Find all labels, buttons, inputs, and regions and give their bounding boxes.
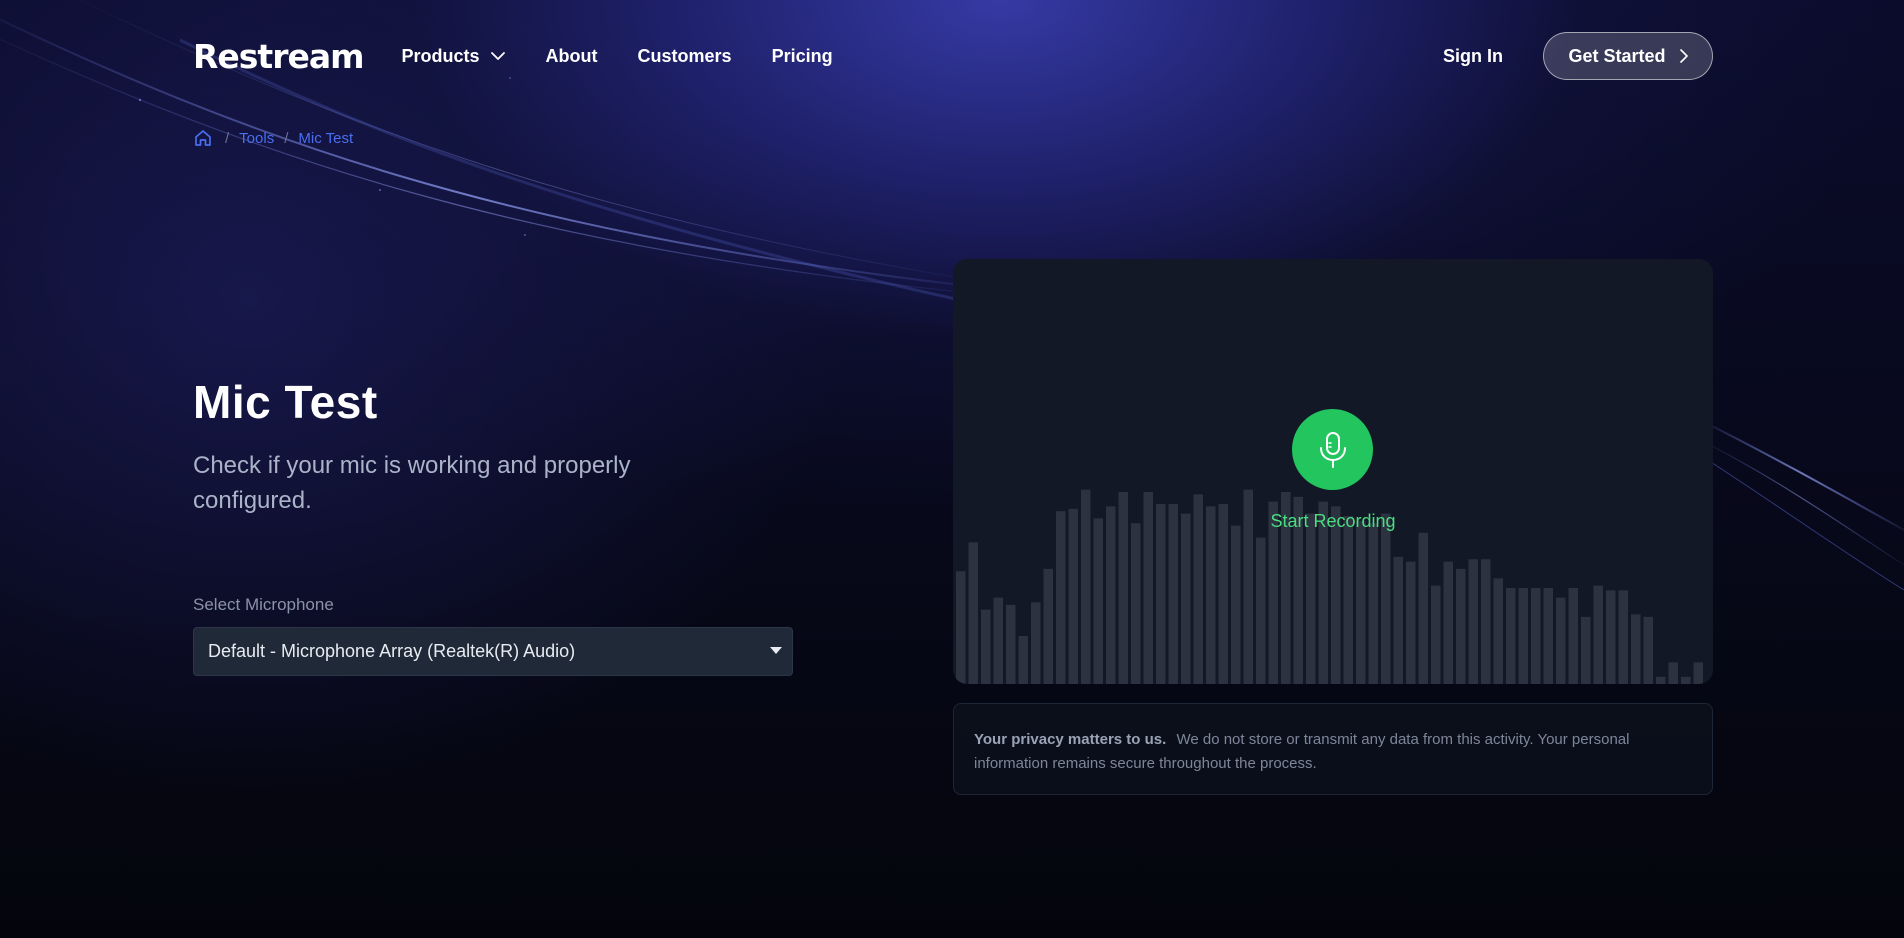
audio-level-bar (1094, 518, 1104, 684)
audio-level-bar (1069, 509, 1079, 684)
audio-level-bar (1381, 514, 1391, 684)
select-microphone-label: Select Microphone (193, 595, 334, 615)
audio-level-bar (1606, 590, 1616, 684)
chevron-down-icon (490, 51, 506, 61)
audio-level-bar (1344, 516, 1354, 684)
audio-level-bar (1494, 578, 1504, 684)
breadcrumb: / Tools / Mic Test (193, 128, 353, 148)
nav-pricing[interactable]: Pricing (772, 46, 833, 67)
audio-level-bar (1056, 511, 1066, 684)
audio-level-bar (1419, 533, 1429, 684)
audio-level-bar (969, 542, 979, 684)
start-recording-button[interactable] (1292, 409, 1373, 490)
audio-level-bar (1181, 514, 1191, 684)
audio-level-bar (1519, 588, 1529, 684)
audio-level-bar (1444, 562, 1454, 684)
audio-level-bar (1331, 506, 1341, 684)
nav-customers[interactable]: Customers (638, 46, 732, 67)
top-nav: Restream Products About Customers Pricin… (193, 30, 1713, 82)
audio-level-bar (1106, 506, 1116, 684)
breadcrumb-tools[interactable]: Tools (239, 130, 274, 147)
nav-products-label: Products (402, 46, 480, 67)
audio-level-bar (1131, 523, 1141, 684)
audio-level-bar (1356, 521, 1366, 684)
audio-level-bar (1594, 586, 1604, 684)
audio-level-bar (1206, 506, 1216, 684)
home-icon[interactable] (193, 128, 213, 148)
chevron-right-icon (1680, 49, 1688, 63)
audio-level-bar (1581, 617, 1591, 684)
audio-level-bar (1681, 677, 1691, 684)
audio-visualizer-card: Start Recording (953, 259, 1713, 684)
audio-level-bar (956, 571, 966, 684)
nav-products[interactable]: Products (402, 46, 506, 67)
start-recording-label[interactable]: Start Recording (953, 511, 1713, 532)
audio-level-bar (1231, 526, 1241, 684)
audio-level-bar (1544, 588, 1554, 684)
microphone-select[interactable]: Default - Microphone Array (Realtek(R) A… (193, 627, 793, 676)
sign-in-link[interactable]: Sign In (1443, 46, 1503, 67)
restream-logo[interactable]: Restream (193, 37, 364, 76)
nav-about[interactable]: About (546, 46, 598, 67)
privacy-notice: Your privacy matters to us. We do not st… (953, 703, 1713, 795)
audio-level-bar (1619, 590, 1629, 684)
audio-level-bar (1469, 559, 1479, 684)
page-subtitle: Check if your mic is working and properl… (193, 448, 753, 518)
nav-links: Products About Customers Pricing (402, 46, 873, 67)
audio-level-bar (1044, 569, 1054, 684)
audio-level-bar (1531, 588, 1541, 684)
audio-level-bar (1556, 598, 1566, 684)
breadcrumb-separator: / (284, 130, 288, 147)
get-started-label: Get Started (1568, 46, 1665, 67)
audio-level-bar (1456, 569, 1466, 684)
page: Restream Products About Customers Pricin… (0, 0, 1904, 938)
audio-level-bar (1019, 636, 1029, 684)
audio-level-bar (1694, 662, 1704, 684)
audio-level-bar (1656, 677, 1666, 684)
audio-level-bar (1031, 602, 1041, 684)
microphone-select-value: Default - Microphone Array (Realtek(R) A… (208, 641, 575, 662)
audio-level-bar (1006, 605, 1016, 684)
nav-actions: Sign In Get Started (1443, 32, 1713, 80)
audio-level-bar (1631, 614, 1641, 684)
privacy-heading: Your privacy matters to us. (974, 731, 1166, 748)
audio-level-bar (1256, 538, 1266, 684)
audio-level-bar (1506, 588, 1516, 684)
page-title: Mic Test (193, 375, 378, 429)
audio-level-bar (1306, 514, 1316, 684)
get-started-button[interactable]: Get Started (1543, 32, 1713, 80)
audio-level-bar (1394, 557, 1404, 684)
audio-level-bar (1406, 562, 1416, 684)
audio-level-bar (1644, 617, 1654, 684)
audio-level-bar (1431, 586, 1441, 684)
audio-level-bar (981, 610, 991, 684)
breadcrumb-mic-test[interactable]: Mic Test (298, 130, 353, 147)
audio-level-bar (1369, 523, 1379, 684)
audio-level-bar (1569, 588, 1579, 684)
microphone-icon (1315, 430, 1351, 470)
breadcrumb-separator: / (225, 130, 229, 147)
audio-level-bar (1481, 559, 1491, 684)
caret-down-icon (770, 647, 782, 654)
audio-level-bar (1669, 662, 1679, 684)
audio-level-bar (994, 598, 1004, 684)
